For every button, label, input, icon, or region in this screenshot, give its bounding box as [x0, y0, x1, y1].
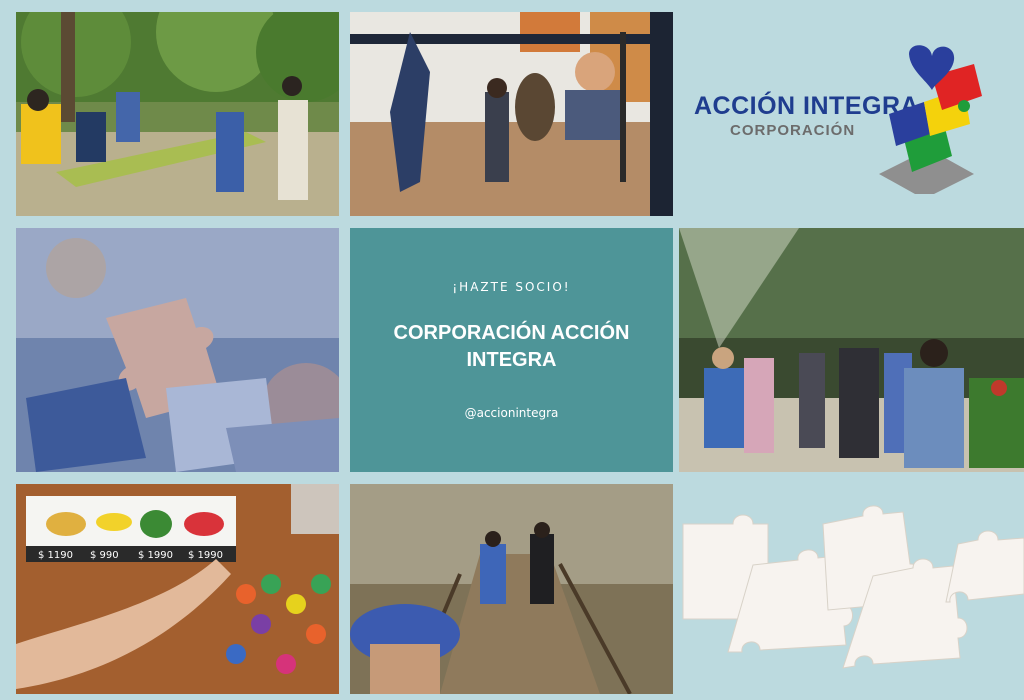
- photo-swing: [350, 12, 673, 216]
- photo-fruit-cards: $ 1190 $ 990 $ 1990 $ 1990: [16, 484, 339, 694]
- brand-subtitle: CORPORACIÓN: [730, 122, 856, 139]
- social-handle[interactable]: @accionintegra: [350, 406, 673, 420]
- photo-forest-stairs: [350, 484, 673, 694]
- photo-puzzle-pieces: [16, 228, 339, 472]
- price-label: $ 990: [90, 550, 119, 561]
- card-title: CORPORACIÓN ACCIÓN INTEGRA: [393, 322, 630, 371]
- brand-logo: ACCIÓN INTEGRA CORPORACIÓN: [688, 40, 1008, 200]
- price-label: $ 1990: [188, 550, 223, 561]
- photo-group-walk: [679, 228, 1024, 472]
- puzzle-piece-icon: [682, 505, 1024, 669]
- jigsaw-heart-logo-icon: [879, 45, 982, 194]
- join-card: ¡HAZTE SOCIO! CORPORACIÓN ACCIÓN INTEGRA…: [350, 228, 673, 472]
- photo-picnic-table: [16, 12, 339, 216]
- price-label: $ 1190: [38, 550, 73, 561]
- price-label: $ 1990: [138, 550, 173, 561]
- decor-puzzle-pieces: [678, 484, 1024, 694]
- join-eyebrow: ¡HAZTE SOCIO!: [452, 280, 571, 294]
